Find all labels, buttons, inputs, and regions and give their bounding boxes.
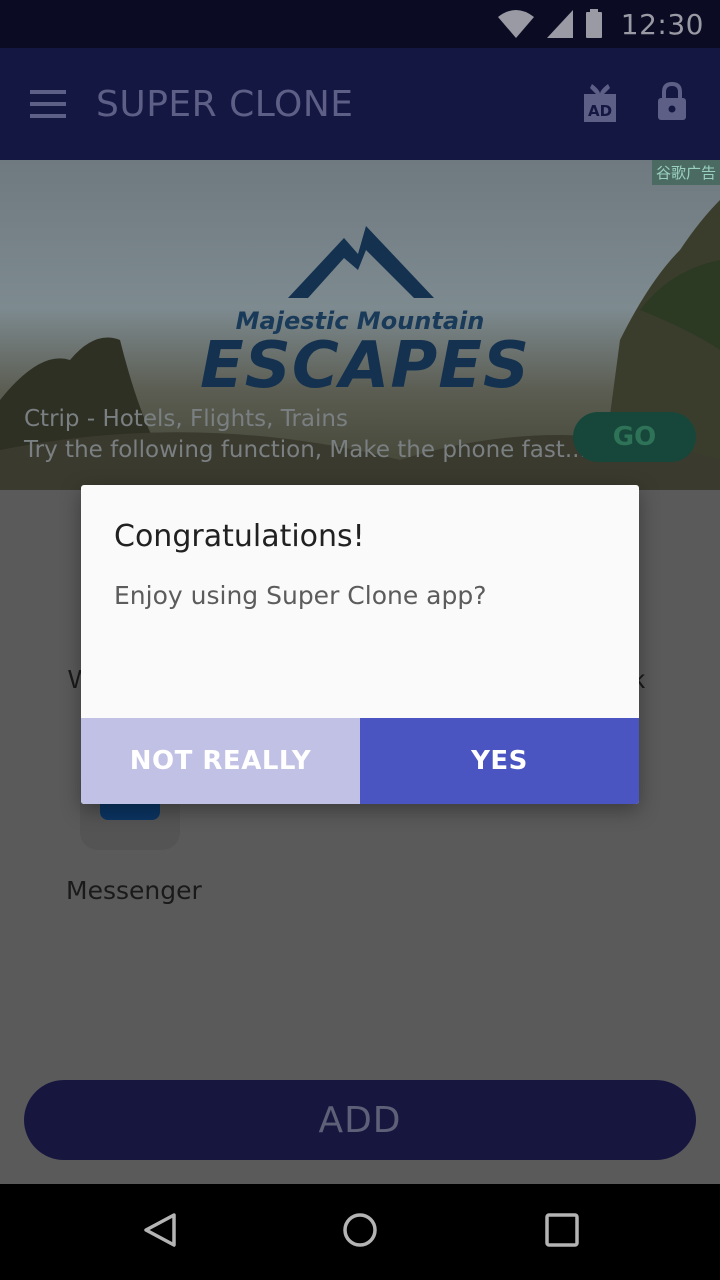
ad-logo: Majestic Mountain ESCAPES [200, 220, 531, 403]
app-title: SUPER CLONE [96, 83, 354, 125]
ad-line-1: Ctrip - Hotels, Flights, Trains [24, 406, 348, 432]
ad-headline: ESCAPES [200, 329, 531, 403]
recents-icon [545, 1212, 579, 1252]
menu-icon [30, 89, 66, 119]
messenger-label: Messenger [66, 876, 202, 905]
ad-gift-button[interactable]: AD [564, 48, 636, 160]
ad-description: Ctrip - Hotels, Flights, Trains Try the … [24, 404, 587, 466]
battery-icon [585, 9, 603, 39]
ad-tag: 谷歌广告 [651, 160, 720, 185]
back-icon [143, 1212, 177, 1253]
ad-go-button[interactable]: GO [573, 412, 696, 462]
dialog-actions: NOT REALLY YES [81, 718, 639, 804]
app-bar: SUPER CLONE AD [0, 48, 720, 160]
mountain-logo-icon [288, 226, 434, 298]
status-time: 12:30 [620, 7, 704, 41]
signal-icon [545, 9, 575, 39]
dialog-title: Congratulations! [114, 519, 365, 554]
lock-icon [656, 81, 688, 127]
dialog-message: Enjoy using Super Clone app? [114, 581, 487, 610]
ad-gift-icon: AD [582, 82, 618, 127]
home-icon [342, 1212, 378, 1253]
add-button[interactable]: ADD [24, 1080, 696, 1160]
status-bar: 12:30 [0, 0, 720, 48]
ad-banner[interactable]: 谷歌广告 Majestic Mountain ESCAPES Ctrip - H… [0, 160, 720, 490]
navigation-bar [0, 1184, 720, 1280]
not-really-button[interactable]: NOT REALLY [81, 718, 360, 804]
rating-dialog: Congratulations! Enjoy using Super Clone… [81, 485, 639, 804]
menu-button[interactable] [0, 48, 96, 160]
recents-button[interactable] [514, 1184, 610, 1280]
ad-line-2: Try the following function, Make the pho… [24, 437, 587, 463]
yes-button[interactable]: YES [360, 718, 639, 804]
svg-text:AD: AD [588, 102, 612, 120]
wifi-icon [497, 9, 535, 39]
lock-button[interactable] [636, 48, 708, 160]
home-button[interactable] [312, 1184, 408, 1280]
back-button[interactable] [112, 1184, 208, 1280]
